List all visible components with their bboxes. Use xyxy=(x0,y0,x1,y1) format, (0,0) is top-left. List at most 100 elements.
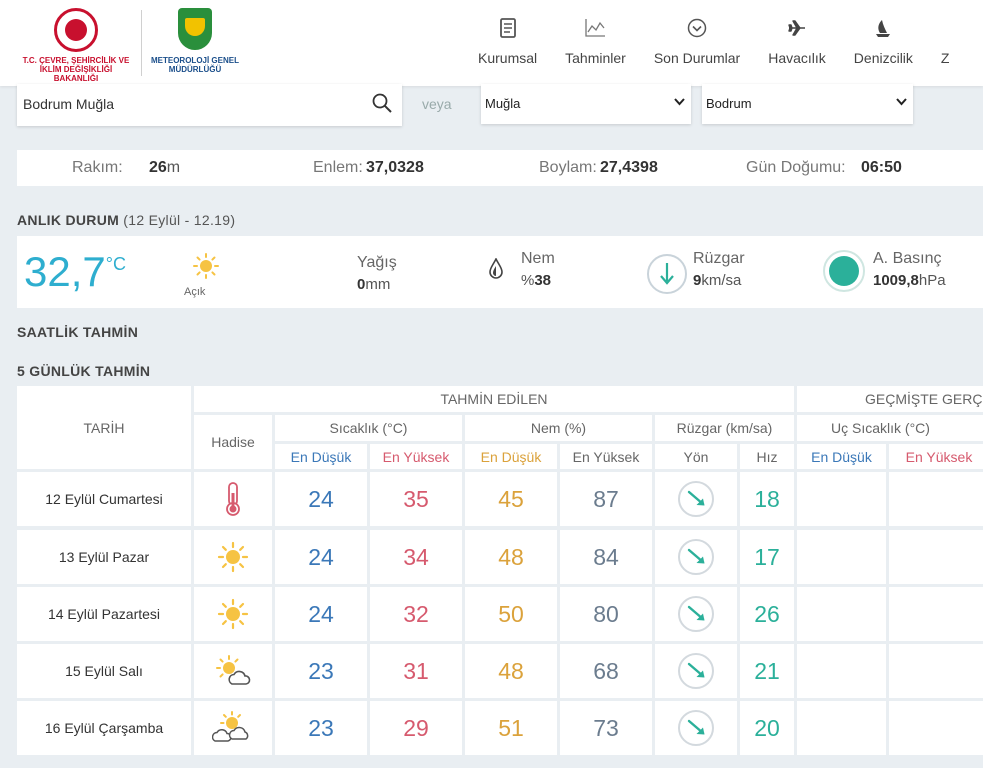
chevron-down-icon xyxy=(674,95,685,109)
pressure-unit: hPa xyxy=(918,272,946,289)
chevron-circle-icon xyxy=(654,18,740,44)
row-hum-low: 50 xyxy=(465,587,557,641)
row-hum-high: 73 xyxy=(560,701,652,755)
header-wind-dir: Yön xyxy=(655,444,737,469)
row-temp-high: 35 xyxy=(370,472,462,526)
row-date: 15 Eylül Salı xyxy=(17,644,191,698)
document-icon xyxy=(478,18,537,44)
current-subtitle: (12 Eylül - 12.19) xyxy=(123,212,236,228)
row-temp-low: 24 xyxy=(275,587,367,641)
chart-icon xyxy=(565,18,626,44)
pressure-value: 1009,8hPa xyxy=(873,272,946,289)
row-extreme-high xyxy=(889,644,983,698)
humidity-value: %38 xyxy=(521,272,551,289)
row-hum-high: 68 xyxy=(560,644,652,698)
header-past: GEÇMİŞTE GERÇEK xyxy=(797,386,983,412)
pressure-number: 1009,8 xyxy=(873,272,919,289)
row-temp-low: 24 xyxy=(275,472,367,526)
header-temp-high: En Yüksek xyxy=(370,444,462,469)
wind-direction-icon xyxy=(678,653,714,689)
current-title-text: ANLIK DURUM xyxy=(17,212,120,228)
current-temp-value: 32,7 xyxy=(24,248,106,295)
logo-divider xyxy=(141,10,142,76)
mgm-name: METEOROLOJİ GENEL MÜDÜRLÜĞÜ xyxy=(150,56,239,74)
hourly-forecast-title[interactable]: SAATLİK TAHMİN xyxy=(17,324,138,340)
row-wind-speed: 18 xyxy=(740,472,794,526)
nav-label: Kurumsal xyxy=(478,50,538,66)
nav-label: Z xyxy=(940,50,950,66)
sunrise-label: Gün Doğumu: xyxy=(746,159,846,176)
chevron-down-icon xyxy=(896,95,907,109)
altitude-number: 26 xyxy=(149,159,167,176)
nav-z[interactable]: Z xyxy=(941,0,950,86)
sun-icon xyxy=(193,253,219,279)
row-extreme-high xyxy=(889,701,983,755)
wind-value: 9km/sa xyxy=(693,272,741,289)
wind-label: Rüzgar xyxy=(693,250,745,267)
row-hum-high: 80 xyxy=(560,587,652,641)
row-temp-low: 23 xyxy=(275,644,367,698)
wind-direction-icon xyxy=(678,596,714,632)
humidity-drop-icon xyxy=(489,258,503,279)
district-select[interactable]: Bodrum xyxy=(702,84,913,124)
current-title: ANLIK DURUM (12 Eylül - 12.19) xyxy=(17,212,235,228)
mgm-logo[interactable]: METEOROLOJİ GENEL MÜDÜRLÜĞÜ xyxy=(150,8,240,82)
current-condition: Açık xyxy=(184,286,206,298)
row-temp-low: 24 xyxy=(275,530,367,584)
row-extreme-low xyxy=(797,587,886,641)
nav-denizcilik[interactable]: Denizcilik xyxy=(854,0,913,86)
wind-direction-icon xyxy=(647,254,687,294)
row-extreme-low xyxy=(797,472,886,526)
wind-unit: km/sa xyxy=(701,272,742,289)
row-temp-high: 31 xyxy=(370,644,462,698)
nav-tahminler[interactable]: Tahminler xyxy=(565,0,626,86)
header-hum-low: En Düşük xyxy=(465,444,557,469)
row-hum-low: 45 xyxy=(465,472,557,526)
row-extreme-low xyxy=(797,644,886,698)
sun-cloud-icon xyxy=(216,655,251,685)
current-conditions: 32,7°C Açık Yağış 0mm Nem %38 Rüzgar 9km… xyxy=(17,236,983,308)
pressure-icon xyxy=(823,250,865,292)
nav-icon-placeholder xyxy=(941,18,950,44)
row-date: 16 Eylül Çarşamba xyxy=(17,701,191,755)
pressure-label: A. Basınç xyxy=(873,250,942,267)
header-extreme-high: En Yüksek xyxy=(889,444,983,469)
ministry-logo[interactable]: T.C. ÇEVRE, ŞEHİRCİLİK VE İKLİM DEĞİŞİKL… xyxy=(20,8,132,83)
altitude-label: Rakım: xyxy=(72,159,123,176)
row-wind-speed: 21 xyxy=(740,644,794,698)
humidity-prefix: % xyxy=(521,272,535,289)
longitude-label: Boylam: xyxy=(539,159,597,176)
daily-forecast-title: 5 GÜNLÜK TAHMİN xyxy=(17,363,151,379)
wind-direction-icon xyxy=(678,539,714,575)
nav-son-durumlar[interactable]: Son Durumlar xyxy=(654,0,740,86)
main-nav: Kurumsal Tahminler Son Durumlar Havacılı… xyxy=(478,0,949,86)
header-temperature: Sıcaklık (°C) xyxy=(275,415,462,441)
row-weather-cell xyxy=(194,530,272,584)
nav-label: Son Durumlar xyxy=(653,50,741,66)
row-hum-low: 51 xyxy=(465,701,557,755)
altitude-unit: m xyxy=(166,159,181,176)
sun-clouds-icon xyxy=(212,711,249,742)
header-extreme-temp: Uç Sıcaklık (°C) xyxy=(797,415,983,441)
search-input[interactable] xyxy=(17,84,347,124)
row-date: 14 Eylül Pazartesi xyxy=(17,587,191,641)
location-info-bar: Rakım: 26m Enlem: 37,0328 Boylam: 27,439… xyxy=(17,150,983,186)
search-icon[interactable] xyxy=(372,93,392,113)
wind-direction-icon xyxy=(678,481,714,517)
nav-label: Denizcilik xyxy=(853,50,913,66)
province-select[interactable]: Muğla xyxy=(481,84,691,124)
longitude-value: 27,4398 xyxy=(600,159,658,176)
sunrise-value: 06:50 xyxy=(861,159,902,176)
sun-icon xyxy=(217,541,249,573)
row-hum-high: 87 xyxy=(560,472,652,526)
nav-havacilik[interactable]: Havacılık xyxy=(768,0,826,86)
precip-unit: mm xyxy=(365,276,391,293)
row-wind-speed: 26 xyxy=(740,587,794,641)
nav-kurumsal[interactable]: Kurumsal xyxy=(478,0,537,86)
site-header: T.C. ÇEVRE, ŞEHİRCİLİK VE İKLİM DEĞİŞİKL… xyxy=(0,0,983,86)
nav-label: Tahminler xyxy=(565,50,626,66)
row-extreme-high xyxy=(889,530,983,584)
sun-icon xyxy=(217,598,249,630)
header-event: Hadise xyxy=(194,415,272,469)
or-label: veya xyxy=(422,96,452,112)
